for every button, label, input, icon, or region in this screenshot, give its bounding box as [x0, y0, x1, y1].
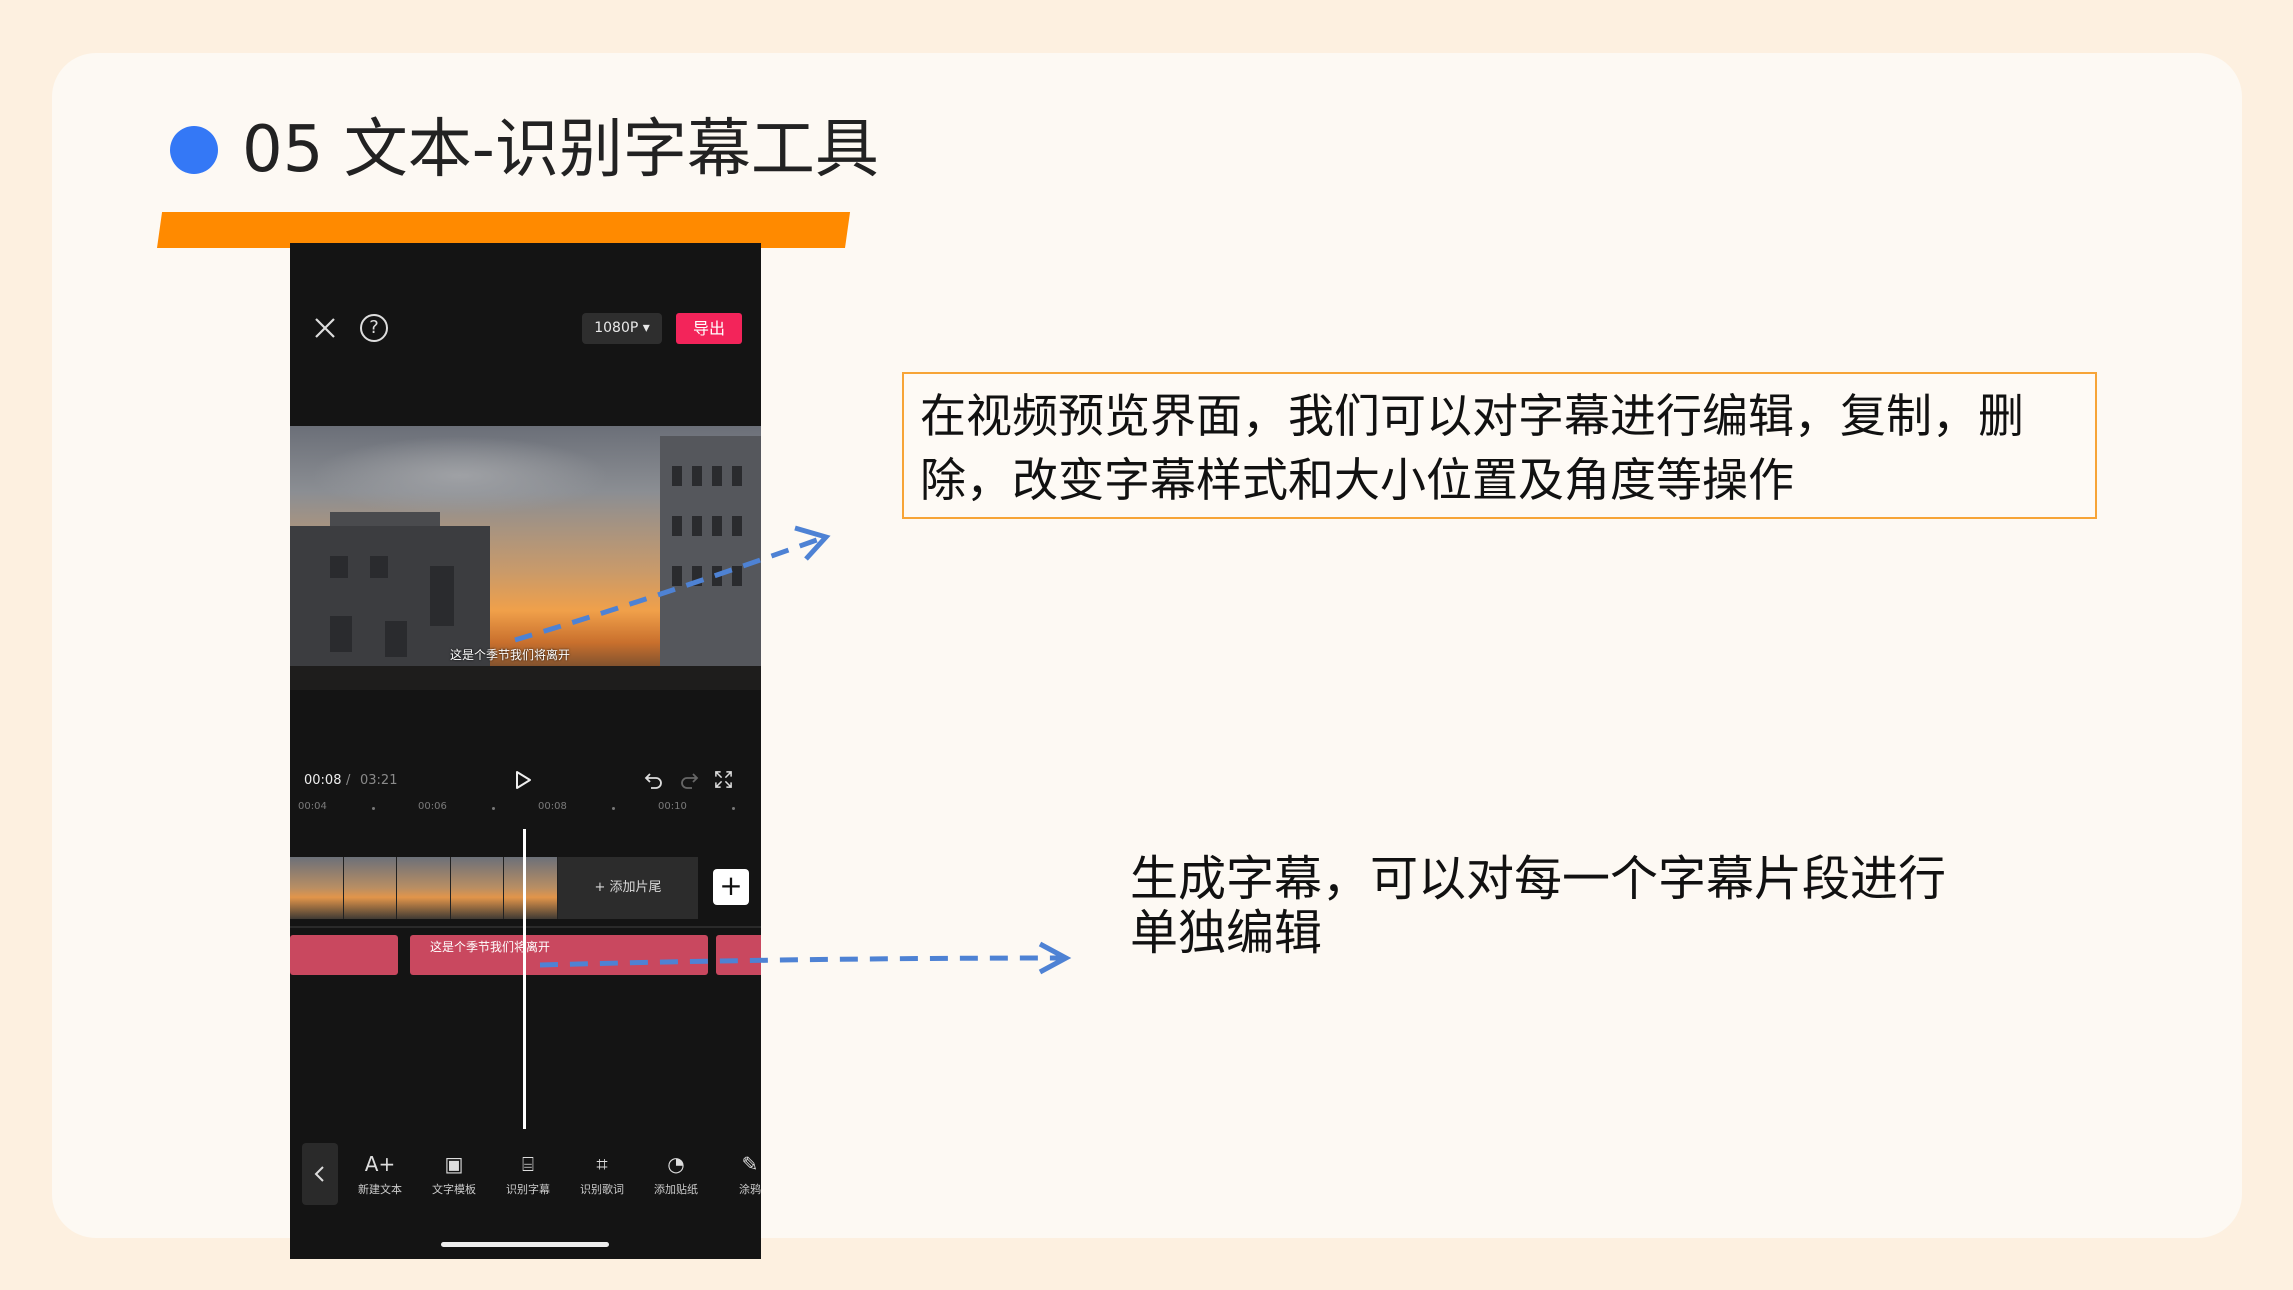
preview-callout-box: 在视频预览界面，我们可以对字幕进行编辑，复制，删除，改变字幕样式和大小位置及角度…: [902, 372, 2097, 519]
close-icon[interactable]: [312, 315, 338, 341]
help-icon[interactable]: ?: [360, 314, 388, 342]
tool-recognize-subtitles[interactable]: ⌸ 识别字幕: [493, 1149, 563, 1197]
sky-cloud: [310, 436, 610, 516]
phone-screenshot: ? 1080P ▾ 导出 这是个季节我们将离开 00:08 / 03:21 00…: [290, 243, 761, 1259]
tool-new-text[interactable]: A+ 新建文本: [345, 1149, 415, 1197]
video-track[interactable]: [290, 857, 558, 919]
timeline-callout-text: 生成字幕，可以对每一个字幕片段进行 单独编辑: [1130, 852, 2010, 960]
ruler-dot: [732, 807, 735, 810]
tool-add-sticker[interactable]: ◔ 添加贴纸: [641, 1149, 711, 1197]
tool-text-template[interactable]: ▣ 文字模板: [419, 1149, 489, 1197]
preview-subtitle[interactable]: 这是个季节我们将离开: [450, 646, 570, 663]
title-bullet: [170, 126, 218, 174]
ruler-label: 00:10: [658, 801, 687, 812]
ruler-label: 00:08: [538, 801, 567, 812]
video-thumbnail: [504, 857, 558, 919]
time-separator: /: [346, 773, 351, 788]
tool-label: 添加贴纸: [654, 1183, 698, 1196]
sticker-icon: ◔: [667, 1152, 685, 1176]
playhead[interactable]: [523, 829, 526, 1129]
export-button[interactable]: 导出: [676, 313, 742, 344]
ruler-label: 00:04: [298, 801, 327, 812]
recognize-subtitles-icon: ⌸: [522, 1152, 534, 1176]
tool-label: 识别歌词: [580, 1183, 624, 1196]
ground-shadow: [290, 666, 761, 690]
fullscreen-icon[interactable]: [714, 770, 733, 789]
video-thumbnail: [397, 857, 451, 919]
text-template-icon: ▣: [444, 1152, 464, 1176]
tool-label: 文字模板: [432, 1183, 476, 1196]
ruler-dot: [612, 807, 615, 810]
add-text-icon: A+: [364, 1152, 396, 1176]
ruler-dot: [492, 807, 495, 810]
slide-title: 05 文本-识别字幕工具: [242, 113, 879, 187]
tool-label: 新建文本: [358, 1183, 402, 1196]
play-icon[interactable]: [512, 769, 534, 791]
tool-label: 涂鸦: [739, 1183, 761, 1196]
total-time: 03:21: [360, 773, 398, 788]
add-clip-button[interactable]: +: [713, 869, 749, 905]
ruler-label: 00:06: [418, 801, 447, 812]
add-ending-button[interactable]: + 添加片尾: [558, 857, 698, 919]
current-time: 00:08: [304, 773, 342, 788]
redo-icon[interactable]: [679, 770, 699, 790]
building-right: [660, 436, 761, 690]
subtitle-clip[interactable]: [290, 935, 398, 975]
subtitle-clip-selected[interactable]: 这是个季节我们将离开: [410, 935, 708, 975]
tool-recognize-lyrics[interactable]: ⌗ 识别歌词: [567, 1149, 637, 1197]
home-indicator: [441, 1242, 609, 1247]
video-thumbnail: [343, 857, 398, 919]
subtitle-clip[interactable]: [716, 935, 761, 975]
timeline-callout-line: 单独编辑: [1130, 905, 1323, 961]
pen-icon: ✎: [741, 1152, 759, 1176]
video-thumbnail: [290, 857, 344, 919]
video-thumbnail: [450, 857, 505, 919]
video-preview[interactable]: 这是个季节我们将离开: [290, 426, 761, 690]
undo-icon[interactable]: [644, 770, 664, 790]
recognize-lyrics-icon: ⌗: [596, 1152, 608, 1176]
ruler-dot: [372, 807, 375, 810]
toolbar-back-button[interactable]: [302, 1143, 338, 1205]
tool-label: 识别字幕: [506, 1183, 550, 1196]
timeline-callout-line: 生成字幕，可以对每一个字幕片段进行: [1130, 851, 1947, 907]
resolution-dropdown[interactable]: 1080P ▾: [582, 313, 662, 344]
chevron-left-icon: [314, 1166, 324, 1182]
preview-callout-text: 在视频预览界面，我们可以对字幕进行编辑，复制，删除，改变字幕样式和大小位置及角度…: [920, 389, 2024, 507]
tool-doodle[interactable]: ✎ 涂鸦: [715, 1149, 761, 1197]
timeline-ruler: 00:04 00:06 00:08 00:10: [290, 801, 761, 821]
